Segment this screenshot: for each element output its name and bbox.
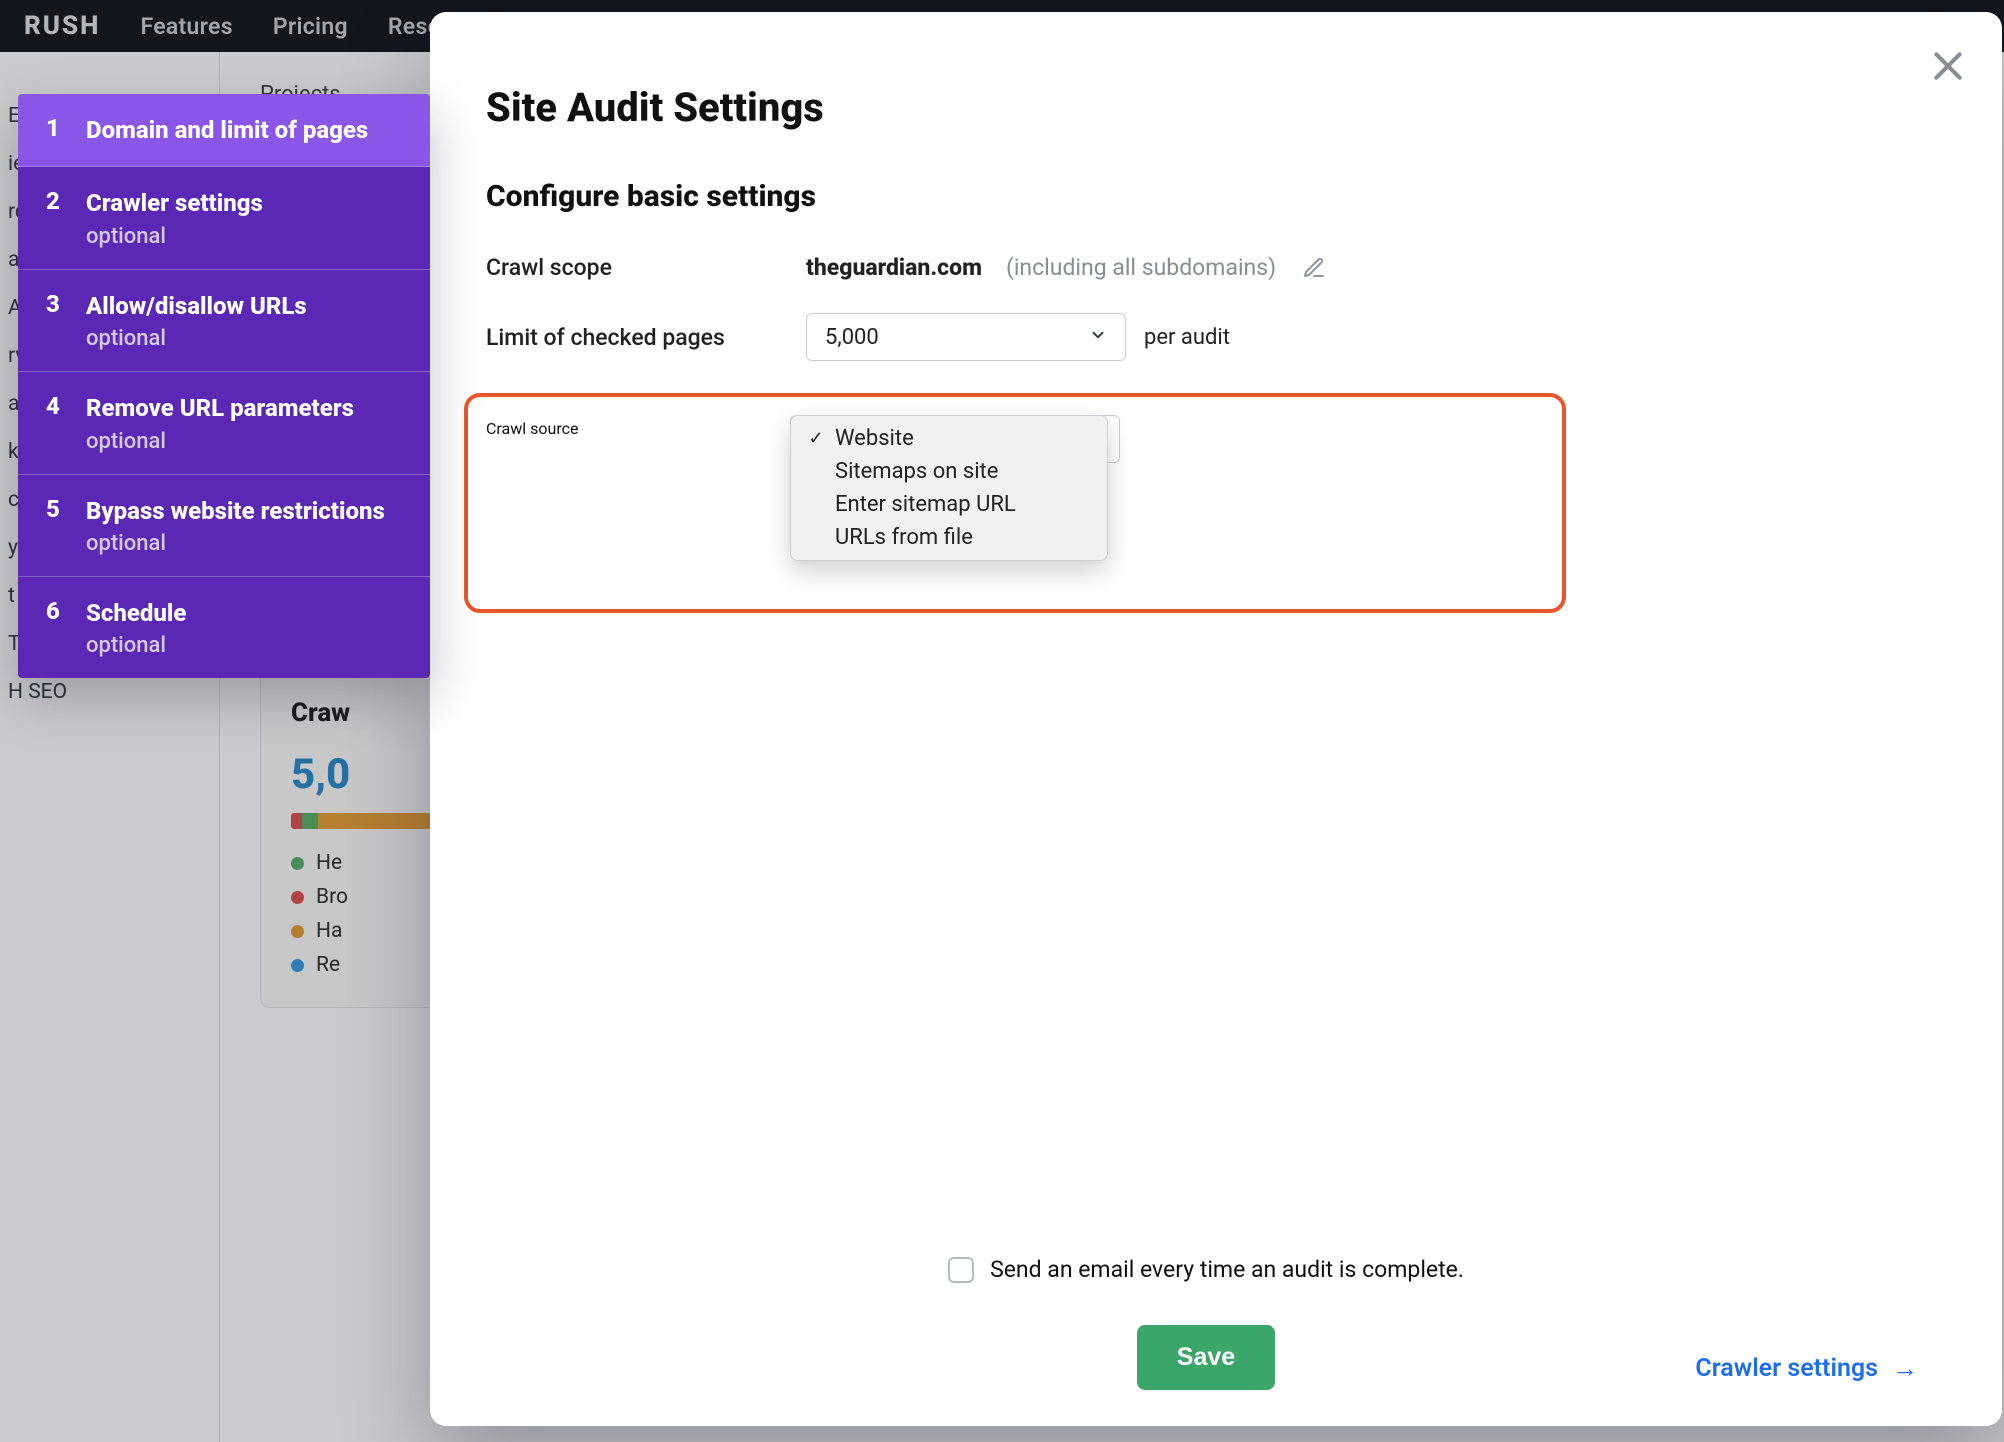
- edit-scope-icon[interactable]: [1302, 256, 1326, 280]
- crawl-scope-note: (including all subdomains): [1006, 254, 1276, 281]
- arrow-right-icon: →: [1892, 1353, 1918, 1384]
- limit-select-value: 5,000: [825, 325, 879, 350]
- email-notify-label: Send an email every time an audit is com…: [990, 1256, 1464, 1283]
- email-notify-checkbox[interactable]: [948, 1257, 974, 1283]
- site-audit-settings-modal: Site Audit Settings Configure basic sett…: [430, 12, 2002, 1426]
- crawl-source-option-website[interactable]: ✓ Website: [791, 422, 1107, 455]
- crawl-source-option-enter-sitemap-url[interactable]: Enter sitemap URL: [791, 488, 1107, 521]
- crawl-source-option-urls-from-file[interactable]: URLs from file: [791, 521, 1107, 554]
- modal-subtitle: Configure basic settings: [486, 179, 1926, 214]
- crawl-source-option-sitemaps-on-site[interactable]: Sitemaps on site: [791, 455, 1107, 488]
- crawl-source-dropdown: ✓ Website Sitemaps on site Enter sitemap…: [790, 415, 1108, 561]
- check-icon: ✓: [807, 428, 825, 449]
- step-schedule[interactable]: 6 Scheduleoptional: [18, 577, 430, 678]
- limit-suffix: per audit: [1144, 325, 1230, 350]
- crawl-source-highlight: Crawl source ✓ Website Sitemaps on site: [464, 393, 1566, 613]
- email-notify-row: Send an email every time an audit is com…: [948, 1256, 1464, 1283]
- nav-item: Pricing: [273, 13, 348, 40]
- limit-label: Limit of checked pages: [486, 324, 806, 351]
- close-icon[interactable]: [1928, 46, 1968, 86]
- step-remove-url-params[interactable]: 4 Remove URL parametersoptional: [18, 372, 430, 474]
- step-domain-limit[interactable]: 1 Domain and limit of pages: [18, 94, 430, 167]
- modal-title: Site Audit Settings: [486, 84, 1926, 131]
- brand-logo: RUSH: [24, 11, 100, 41]
- crawl-source-label: Crawl source: [486, 415, 790, 438]
- row-limit-pages: Limit of checked pages 5,000 per audit: [486, 313, 1926, 361]
- step-allow-disallow[interactable]: 3 Allow/disallow URLsoptional: [18, 270, 430, 372]
- wizard-steps: 1 Domain and limit of pages 2 Crawler se…: [18, 94, 430, 678]
- row-crawl-scope: Crawl scope theguardian.com (including a…: [486, 254, 1926, 281]
- crawl-scope-label: Crawl scope: [486, 254, 806, 281]
- save-button[interactable]: Save: [1137, 1325, 1275, 1390]
- limit-select[interactable]: 5,000: [806, 313, 1126, 361]
- crawl-scope-domain: theguardian.com: [806, 254, 982, 281]
- nav-item: Features: [140, 13, 232, 40]
- chevron-down-icon: [1089, 325, 1107, 350]
- step-bypass-restrictions[interactable]: 5 Bypass website restrictionsoptional: [18, 475, 430, 577]
- next-crawler-settings-link[interactable]: Crawler settings →: [1695, 1353, 1918, 1384]
- step-crawler-settings[interactable]: 2 Crawler settingsoptional: [18, 167, 430, 269]
